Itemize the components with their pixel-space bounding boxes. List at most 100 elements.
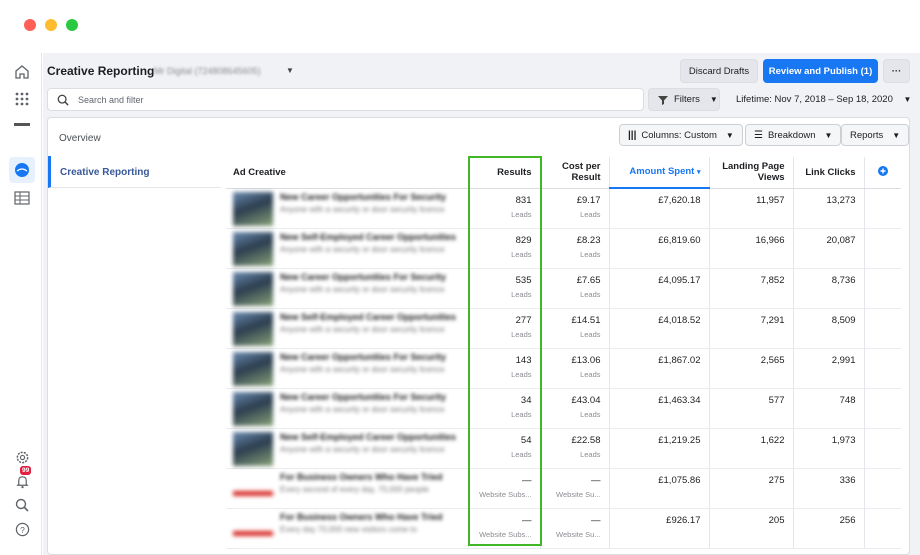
- apps-grid-icon[interactable]: [12, 89, 32, 109]
- cost-per-result-type: Leads: [580, 449, 601, 459]
- col-header-landing-page-views[interactable]: Landing Page Views: [709, 157, 794, 189]
- ads-reporting-icon[interactable]: [9, 157, 35, 183]
- creative-thumbnail[interactable]: [233, 191, 273, 226]
- ad-creative-cell[interactable]: New Career Opportunities For Security Any…: [226, 348, 469, 389]
- results-value: 535: [515, 274, 532, 286]
- creative-thumbnail[interactable]: [233, 431, 273, 466]
- cost-per-result-value: £9.17: [576, 194, 601, 206]
- creative-text: New Self-Employed Career Opportunities An…: [280, 232, 460, 254]
- creative-title: New Self-Employed Career Opportunities: [280, 311, 457, 322]
- columns-button[interactable]: ||| Columns: Custom ▼: [619, 124, 743, 146]
- creative-thumbnail[interactable]: [233, 471, 273, 506]
- ad-creative-cell[interactable]: For Business Owners Who Have Tried Every …: [226, 508, 469, 549]
- results-type: Leads: [511, 369, 532, 379]
- amount-spent-cell: £1,463.34: [609, 388, 710, 429]
- link-clicks-cell: 1,973: [793, 428, 865, 469]
- table-icon[interactable]: [12, 188, 32, 208]
- table-row[interactable]: New Career Opportunities For Security Any…: [226, 348, 901, 389]
- search-input[interactable]: Search and filter: [78, 95, 144, 105]
- table-row[interactable]: New Career Opportunities For Security Any…: [226, 388, 901, 429]
- results-value: 829: [515, 234, 532, 246]
- chevron-down-icon: ▼: [709, 95, 718, 104]
- results-type: Leads: [511, 249, 532, 259]
- ad-creative-cell[interactable]: New Self-Employed Career Opportunities An…: [226, 228, 469, 269]
- creative-thumbnail[interactable]: [233, 351, 273, 386]
- creative-thumbnail[interactable]: [233, 391, 273, 426]
- results-type: Leads: [511, 289, 532, 299]
- empty-cell: [864, 348, 901, 389]
- col-header-amount-spent[interactable]: Amount Spent ▾: [609, 157, 710, 189]
- col-header-link-clicks[interactable]: Link Clicks: [793, 157, 865, 189]
- creative-text: For Business Owners Who Have Tried Every …: [280, 512, 460, 534]
- creative-thumbnail[interactable]: [233, 511, 273, 546]
- results-type: Leads: [511, 449, 532, 459]
- chevron-down-icon: ▼: [903, 95, 912, 104]
- cost-per-result-cell: — Website Su...: [540, 468, 610, 509]
- empty-cell: [864, 468, 901, 509]
- cost-per-result-type: Leads: [580, 329, 601, 339]
- link-clicks-cell: 748: [793, 388, 865, 429]
- add-column-button[interactable]: [864, 157, 901, 189]
- empty-cell: [864, 428, 901, 469]
- results-cell: 54 Leads: [468, 428, 541, 469]
- reports-button[interactable]: Reports ▼: [841, 124, 910, 146]
- col-header-results[interactable]: Results: [468, 157, 541, 189]
- table-row[interactable]: New Self-Employed Career Opportunities An…: [226, 228, 901, 269]
- ad-creative-cell[interactable]: New Career Opportunities For Security Any…: [226, 188, 469, 229]
- results-cell: 277 Leads: [468, 308, 541, 349]
- filter-funnel-icon: [658, 95, 668, 105]
- ad-creative-cell[interactable]: New Career Opportunities For Security Any…: [226, 268, 469, 309]
- breakdown-button[interactable]: ☰ Breakdown ▼: [745, 124, 842, 146]
- review-publish-button[interactable]: Review and Publish (1): [763, 59, 878, 83]
- help-icon[interactable]: ?: [12, 519, 32, 539]
- maximize-window-button[interactable]: [66, 19, 78, 31]
- amount-spent-label: Amount Spent: [629, 166, 695, 177]
- overview-tab[interactable]: Overview: [59, 133, 101, 144]
- table-row[interactable]: New Career Opportunities For Security Any…: [226, 268, 901, 309]
- cost-per-result-value: £14.51: [571, 314, 601, 326]
- creative-description: Anyone with a security or door security …: [280, 404, 445, 414]
- ad-creative-cell[interactable]: New Self-Employed Career Opportunities An…: [226, 308, 469, 349]
- landing-page-views-cell: 7,852: [709, 268, 794, 309]
- search-filter-bar[interactable]: Search and filter: [47, 88, 644, 111]
- table-row[interactable]: New Self-Employed Career Opportunities An…: [226, 428, 901, 469]
- col-header-cost-per-result[interactable]: Cost per Result: [540, 157, 610, 189]
- creative-thumbnail[interactable]: [233, 271, 273, 306]
- creative-title: New Career Opportunities For Security: [280, 391, 447, 402]
- account-selector[interactable]: Mr Digital (724808645605): [154, 66, 261, 76]
- minimize-window-button[interactable]: [45, 19, 57, 31]
- landing-page-views-cell: 16,966: [709, 228, 794, 269]
- creative-text: New Self-Employed Career Opportunities An…: [280, 312, 460, 334]
- cost-per-result-type: Website Su...: [556, 489, 601, 499]
- ad-creative-cell[interactable]: New Self-Employed Career Opportunities An…: [226, 428, 469, 469]
- ad-creative-cell[interactable]: New Career Opportunities For Security Any…: [226, 388, 469, 429]
- date-range-selector[interactable]: Lifetime: Nov 7, 2018 – Sep 18, 2020 ▼: [736, 94, 911, 105]
- table-row[interactable]: For Business Owners Who Have Tried Every …: [226, 468, 901, 509]
- discard-drafts-button[interactable]: Discard Drafts: [680, 59, 758, 83]
- creative-thumbnail[interactable]: [233, 231, 273, 266]
- table-row[interactable]: New Career Opportunities For Security Any…: [226, 188, 901, 229]
- ad-creative-cell[interactable]: For Business Owners Who Have Tried Every …: [226, 468, 469, 509]
- creative-thumbnail[interactable]: [233, 311, 273, 346]
- sidebar-item-creative-reporting[interactable]: Creative Reporting: [48, 156, 221, 188]
- chevron-down-icon[interactable]: ▼: [286, 66, 294, 75]
- amount-spent-cell: £6,819.60: [609, 228, 710, 269]
- results-value: 34: [520, 394, 532, 406]
- results-value: 54: [520, 434, 532, 446]
- account-logo-icon[interactable]: [12, 115, 32, 135]
- results-cell: 535 Leads: [468, 268, 541, 309]
- table-row[interactable]: New Self-Employed Career Opportunities An…: [226, 308, 901, 349]
- creative-title: New Career Opportunities For Security: [280, 351, 447, 362]
- more-options-button[interactable]: ···: [883, 59, 910, 83]
- home-icon[interactable]: [12, 62, 32, 82]
- settings-gear-icon[interactable]: [12, 447, 32, 467]
- search-icon[interactable]: [12, 495, 32, 515]
- page-header: Creative Reporting Mr Digital (724808645…: [43, 53, 920, 89]
- table-row[interactable]: For Business Owners Who Have Tried Every …: [226, 508, 901, 549]
- filters-label: Filters: [674, 94, 700, 105]
- filters-button[interactable]: Filters ▼: [648, 88, 720, 111]
- reports-label: Reports: [850, 129, 884, 141]
- col-header-ad-creative[interactable]: Ad Creative: [226, 157, 469, 189]
- notifications-bell-icon[interactable]: 99: [12, 466, 32, 491]
- close-window-button[interactable]: [24, 19, 36, 31]
